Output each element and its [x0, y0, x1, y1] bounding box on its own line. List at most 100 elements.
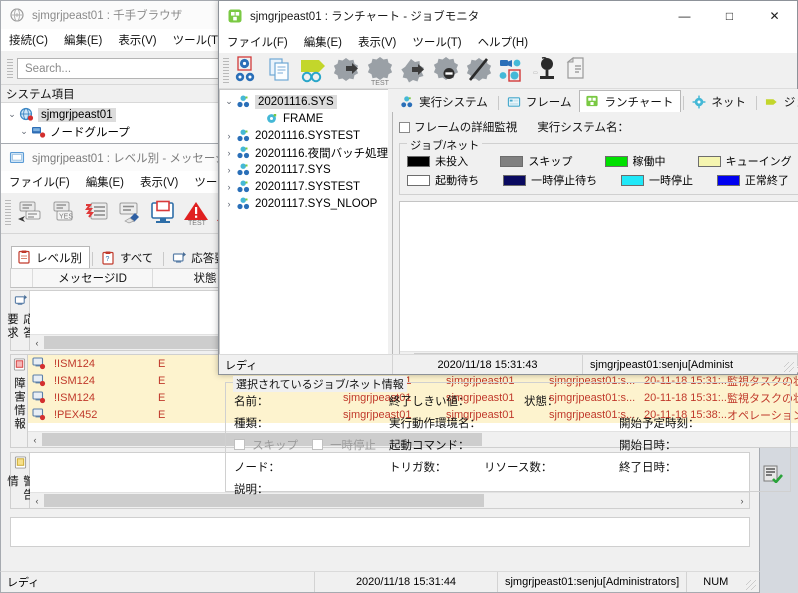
- menu-file[interactable]: ファイル(F): [227, 34, 288, 50]
- search-input[interactable]: Search...: [17, 58, 225, 79]
- menu-view[interactable]: 表示(V): [118, 32, 156, 48]
- browser-title: sjmgrjpeast01 : 千手ブラウザ: [32, 10, 183, 22]
- gear-forward-icon[interactable]: [331, 54, 364, 87]
- tab-frame[interactable]: フレーム: [501, 91, 580, 112]
- browser-menubar[interactable]: 接続(C) 編集(E) 表示(V) ツール(T) オプショ: [1, 29, 284, 51]
- tree-item-node-group[interactable]: ⌄ ノードグループ: [1, 123, 231, 140]
- scroll-left-icon[interactable]: ‹: [30, 496, 44, 506]
- net-nodes-icon[interactable]: [496, 54, 529, 87]
- toolbar-gripper[interactable]: [5, 200, 11, 226]
- gear-cluster-icon[interactable]: [232, 54, 265, 87]
- message-send-icon[interactable]: [14, 197, 47, 230]
- chevron-right-icon[interactable]: ›: [222, 148, 236, 158]
- tab-exec-system[interactable]: 実行システム: [394, 91, 496, 112]
- cell-message-id: !ISM124: [54, 374, 95, 387]
- msgmon-ready-text: レディ: [7, 577, 40, 589]
- jobmon-toolbar[interactable]: TEST ▭: [219, 53, 797, 89]
- jobmon-tabstrip[interactable]: 実行システム フレーム ランチャート ネット ジ: [392, 89, 798, 112]
- chevron-right-icon[interactable]: ›: [222, 165, 236, 175]
- msgmon-user: sjmgrjpeast01:senju[Administrators]: [496, 572, 686, 592]
- net-tab-icon: [692, 95, 707, 110]
- info-group-title: 選択されているジョブ/ネット情報: [233, 376, 407, 392]
- document-icon[interactable]: [562, 54, 595, 87]
- maximize-button[interactable]: □: [707, 1, 752, 31]
- chevron-right-icon[interactable]: ›: [222, 199, 236, 209]
- menu-file[interactable]: ファイル(F): [9, 174, 70, 190]
- node-group-icon: [31, 124, 46, 139]
- search-arrow-icon[interactable]: [298, 54, 331, 87]
- close-button[interactable]: ✕: [752, 1, 797, 31]
- job-tree[interactable]: ⌄ 20201116.SYS FRAME › 20201116.SYSTEST …: [219, 89, 389, 373]
- toolbar-gripper[interactable]: [223, 57, 229, 84]
- gear-slash-icon[interactable]: [463, 54, 496, 87]
- tab-runchart[interactable]: ランチャート: [579, 90, 682, 112]
- star-forward-icon[interactable]: [397, 54, 430, 87]
- skip-label: スキップ: [252, 440, 299, 452]
- job-tab-icon: [765, 95, 780, 110]
- search-gripper[interactable]: [7, 58, 13, 79]
- chevron-down-icon[interactable]: ⌄: [17, 126, 31, 137]
- tree-item-20201117-sys-nloop[interactable]: › 20201117.SYS_NLOOP: [220, 195, 388, 212]
- info-row-2: 種類： 実行動作環境名： 開始予定時刻：: [234, 415, 782, 431]
- trigger-icon[interactable]: ▭: [529, 54, 562, 87]
- scroll-left-icon[interactable]: ‹: [30, 338, 44, 348]
- menu-edit[interactable]: 編集(E): [86, 174, 124, 190]
- detail-monitor-checkbox[interactable]: [399, 121, 411, 133]
- chevron-right-icon[interactable]: ›: [222, 182, 236, 192]
- tab-level[interactable]: レベル別: [11, 246, 90, 268]
- menu-tool[interactable]: ツール(T): [412, 34, 461, 50]
- menu-help[interactable]: ヘルプ(H): [478, 34, 528, 50]
- scroll-right-icon[interactable]: ›: [735, 496, 749, 506]
- legend-item-running: 稼働中: [604, 153, 666, 169]
- detail-doc-icon[interactable]: [763, 465, 783, 486]
- alert-test-icon[interactable]: TEST: [179, 197, 212, 230]
- tree-item-frame[interactable]: FRAME: [220, 110, 388, 127]
- gear-test-icon[interactable]: TEST: [364, 54, 397, 87]
- tab-net[interactable]: ネット: [686, 91, 754, 112]
- jobmon-titlebar[interactable]: sjmgrjpeast01 : ランチャート - ジョブモニタ — □ ✕: [219, 1, 797, 31]
- message-detail-pane[interactable]: [10, 517, 750, 547]
- menu-view[interactable]: 表示(V): [140, 174, 178, 190]
- tab-job[interactable]: ジョブ: [759, 91, 798, 112]
- minimize-button[interactable]: —: [662, 1, 707, 31]
- copy-list-icon[interactable]: [265, 54, 298, 87]
- menu-view[interactable]: 表示(V): [358, 34, 396, 50]
- exec-system-icon: [236, 94, 251, 109]
- menu-edit[interactable]: 編集(E): [304, 34, 342, 50]
- job-monitor-window[interactable]: sjmgrjpeast01 : ランチャート - ジョブモニタ — □ ✕ ファ…: [218, 0, 798, 496]
- resize-grip[interactable]: [784, 362, 794, 372]
- tree-item-20201117-systest[interactable]: › 20201117.SYSTEST: [220, 178, 388, 195]
- skip-checkbox[interactable]: [234, 439, 245, 450]
- col-message-id[interactable]: メッセージID: [33, 269, 153, 287]
- chevron-right-icon[interactable]: ›: [222, 131, 236, 141]
- pause-checkbox-wrap[interactable]: 一時停止: [312, 437, 389, 453]
- chevron-down-icon[interactable]: ⌄: [222, 96, 236, 107]
- tree-item-20201116-systest[interactable]: › 20201116.SYSTEST: [220, 127, 388, 144]
- scroll-left-icon[interactable]: ‹: [28, 435, 42, 445]
- tree-item-20201116-sys[interactable]: ⌄ 20201116.SYS: [220, 93, 388, 110]
- clipboard-all-icon: ?: [101, 251, 116, 266]
- menu-connect[interactable]: 接続(C): [9, 32, 48, 48]
- tree-item-20201116-night-batch[interactable]: › 20201116.夜間バッチ処理: [220, 144, 388, 161]
- menu-edit[interactable]: 編集(E): [64, 32, 102, 48]
- monitor-screen-icon[interactable]: [146, 197, 179, 230]
- menu-tool[interactable]: ツール(T): [173, 32, 222, 48]
- window-controls[interactable]: — □ ✕: [662, 1, 797, 31]
- message-list-icon[interactable]: [80, 197, 113, 230]
- gear-stop-icon[interactable]: [430, 54, 463, 87]
- tree-label: 20201117.SYS: [255, 163, 331, 176]
- message-clear-icon[interactable]: [113, 197, 146, 230]
- message-yes-icon[interactable]: YES: [47, 197, 80, 230]
- response-request-icon: [14, 294, 27, 310]
- resize-grip[interactable]: [746, 580, 756, 590]
- tab-all[interactable]: ? すべて: [95, 247, 161, 268]
- tree-item-sjmgrjpeast01[interactable]: ⌄ sjmgrjpeast01: [1, 106, 231, 123]
- pause-checkbox[interactable]: [312, 439, 323, 450]
- jobmon-title: sjmgrjpeast01 : ランチャート - ジョブモニタ: [250, 11, 480, 23]
- tree-item-20201117-sys[interactable]: › 20201117.SYS: [220, 161, 388, 178]
- jobmon-menubar[interactable]: ファイル(F) 編集(E) 表示(V) ツール(T) ヘルプ(H): [219, 31, 797, 53]
- runchart-canvas[interactable]: ˄ ˅ ‹ ›: [399, 201, 798, 368]
- fault-icon: [13, 358, 26, 374]
- skip-checkbox-wrap[interactable]: スキップ: [234, 437, 312, 453]
- chevron-down-icon[interactable]: ⌄: [5, 109, 19, 120]
